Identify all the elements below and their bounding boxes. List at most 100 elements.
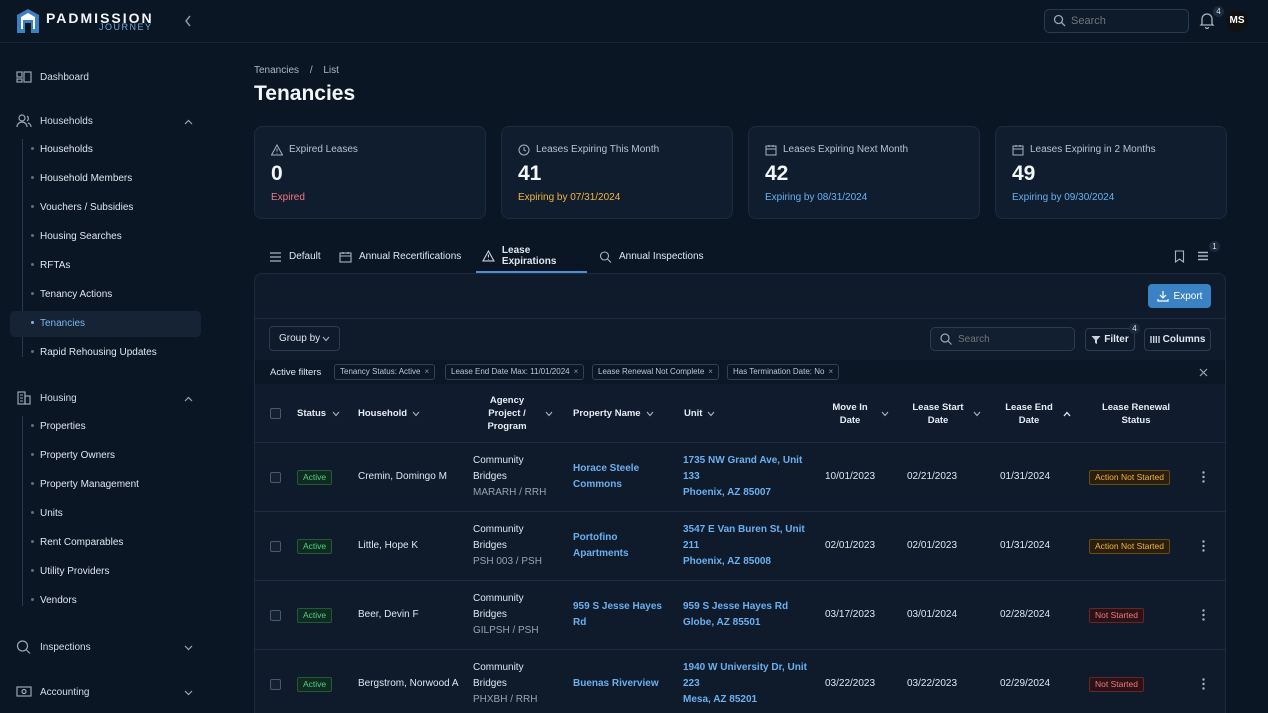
dashboard-icon xyxy=(16,71,32,83)
property-link[interactable]: Horace Steele Commons xyxy=(573,461,639,493)
bookmark-icon[interactable] xyxy=(1174,250,1185,263)
sidebar-section-households[interactable]: Households xyxy=(16,114,93,128)
stat-card-next-month[interactable]: Leases Expiring Next Month 42 Expiring b… xyxy=(748,126,980,219)
table-row[interactable]: Active Cremin, Domingo M Community Bridge… xyxy=(255,443,1225,512)
sidebar-item-units[interactable]: Units xyxy=(10,501,201,527)
table-header: Status Household Agency Project / Progra… xyxy=(255,384,1225,443)
column-header-household[interactable]: Household xyxy=(358,407,438,420)
remove-filter-icon[interactable]: × xyxy=(828,367,833,376)
tab-annual-inspections[interactable]: Annual Inspections xyxy=(599,240,704,273)
sidebar-section-inspections[interactable]: Inspections xyxy=(16,640,91,654)
sidebar-item-household-members[interactable]: Household Members xyxy=(10,166,201,192)
column-header-unit[interactable]: Unit xyxy=(684,407,734,420)
unit-link[interactable]: 3547 E Van Buren St, Unit 211 Phoenix, AZ … xyxy=(683,522,805,570)
sidebar-item-label: Household Members xyxy=(40,173,133,184)
row-checkbox[interactable] xyxy=(270,679,281,690)
sidebar-item-property-management[interactable]: Property Management xyxy=(10,472,201,498)
property-link[interactable]: Buenas Riverview xyxy=(573,676,659,692)
unit-link[interactable]: 1735 NW Grand Ave, Unit 133 Phoenix, AZ 85… xyxy=(683,453,802,501)
filter-chip[interactable]: Has Termination Date: No × xyxy=(727,364,840,380)
filter-button[interactable]: Filter xyxy=(1085,328,1135,351)
row-checkbox[interactable] xyxy=(270,610,281,621)
row-checkbox[interactable] xyxy=(270,472,281,483)
sidebar-item-housing-searches[interactable]: Housing Searches xyxy=(10,224,201,250)
table-row[interactable]: Active Beer, Devin F Community Bridges GIL… xyxy=(255,581,1225,650)
more-options-icon[interactable] xyxy=(1202,540,1205,552)
chevron-down-icon xyxy=(412,411,420,417)
more-options-icon[interactable] xyxy=(1202,678,1205,690)
tab-default[interactable]: Default xyxy=(269,240,321,273)
household-name[interactable]: Cremin, Domingo M xyxy=(358,469,447,485)
breadcrumb-separator: / xyxy=(309,65,313,76)
stat-card-expired[interactable]: Expired Leases 0 Expired xyxy=(254,126,486,219)
column-header-status[interactable]: Status xyxy=(297,407,357,420)
column-header-move-in[interactable]: Move In Date xyxy=(822,401,889,427)
tab-lease-expirations[interactable]: Lease Expirations xyxy=(476,240,587,273)
sidebar-item-rent-comparables[interactable]: Rent Comparables xyxy=(10,530,201,556)
sidebar-item-vouchers[interactable]: Vouchers / Subsidies xyxy=(10,195,201,221)
column-header-label: Lease Renewal xyxy=(1101,402,1171,413)
more-options-icon[interactable] xyxy=(1202,609,1205,621)
household-name[interactable]: Beer, Devin F xyxy=(358,607,419,623)
unit-link[interactable]: 959 S Jesse Hayes Rd Globe, AZ 85501 xyxy=(683,599,788,631)
column-header-lease-start[interactable]: Lease Start Date xyxy=(906,401,981,427)
group-by-select[interactable]: Group by xyxy=(269,326,340,351)
property-name: Rd xyxy=(573,617,587,628)
sidebar-section-accounting[interactable]: Accounting xyxy=(16,685,89,699)
agency-name: Community xyxy=(473,593,524,604)
filter-label: Filter xyxy=(1104,334,1129,345)
select-all-checkbox[interactable] xyxy=(270,408,281,419)
layers-icon[interactable] xyxy=(1197,250,1209,262)
remove-filter-icon[interactable]: × xyxy=(574,367,579,376)
sidebar-item-dashboard[interactable]: Dashboard xyxy=(16,70,89,84)
stat-card-two-months[interactable]: Leases Expiring in 2 Months 49 Expiring … xyxy=(995,126,1227,219)
chevron-down-icon[interactable] xyxy=(184,690,193,696)
columns-button[interactable]: Columns xyxy=(1144,328,1211,351)
filter-chip[interactable]: Tenancy Status: Active × xyxy=(334,364,436,380)
sidebar-item-vendors[interactable]: Vendors xyxy=(10,588,201,614)
breadcrumb-root[interactable]: Tenancies xyxy=(254,65,299,76)
breadcrumb-current: List xyxy=(323,65,339,76)
chevron-down-icon xyxy=(646,411,654,417)
sidebar-item-tenancies[interactable]: Tenancies xyxy=(10,311,201,337)
table-row[interactable]: Active Bergstrom, Norwood A Community Bri… xyxy=(255,650,1225,713)
bell-icon[interactable] xyxy=(1199,12,1215,29)
sidebar-item-property-owners[interactable]: Property Owners xyxy=(10,443,201,469)
sidebar-section-housing[interactable]: Housing xyxy=(16,391,77,405)
column-header-property[interactable]: Property Name xyxy=(573,407,663,420)
export-button[interactable]: Export xyxy=(1148,284,1211,308)
user-avatar[interactable]: MS xyxy=(1226,10,1248,32)
filter-chip[interactable]: Lease Renewal Not Complete × xyxy=(592,364,719,380)
sidebar-item-rftas[interactable]: RFTAs xyxy=(10,253,201,279)
more-options-icon[interactable] xyxy=(1202,471,1205,483)
chevron-up-icon[interactable] xyxy=(184,396,193,402)
remove-filter-icon[interactable]: × xyxy=(708,367,713,376)
unit-address: 223 xyxy=(683,678,700,689)
chevron-down-icon[interactable] xyxy=(184,645,193,651)
unit-link[interactable]: 1940 W University Dr, Unit 223 Mesa, AZ 85… xyxy=(683,660,807,708)
column-header-lease-end[interactable]: Lease End Date xyxy=(1000,401,1071,427)
chevron-down-icon xyxy=(973,411,981,417)
clear-filters-icon[interactable] xyxy=(1199,368,1208,377)
sidebar-item-households[interactable]: Households xyxy=(10,137,201,163)
filter-chip[interactable]: Lease End Date Max: 11/01/2024 × xyxy=(445,364,585,380)
agency-name: Community xyxy=(473,662,524,673)
property-link[interactable]: Portofino Apartments xyxy=(573,530,629,562)
column-header-renewal[interactable]: Lease Renewal Status xyxy=(1095,401,1177,427)
sidebar-item-tenancy-actions[interactable]: Tenancy Actions xyxy=(10,282,201,308)
stat-card-this-month[interactable]: Leases Expiring This Month 41 Expiring b… xyxy=(501,126,733,219)
column-header-agency[interactable]: Agency Project / Program xyxy=(477,394,553,433)
status-badge: Active xyxy=(297,470,333,485)
tab-annual-recertifications[interactable]: Annual Recertifications xyxy=(339,240,461,273)
row-checkbox[interactable] xyxy=(270,541,281,552)
sidebar-item-rapid-rehousing[interactable]: Rapid Rehousing Updates xyxy=(10,340,201,366)
property-link[interactable]: 959 S Jesse Hayes Rd xyxy=(573,599,662,631)
remove-filter-icon[interactable]: × xyxy=(425,367,430,376)
sidebar-item-utility-providers[interactable]: Utility Providers xyxy=(10,559,201,585)
sidebar-item-properties[interactable]: Properties xyxy=(10,414,201,440)
collapse-sidebar-icon[interactable] xyxy=(182,13,194,29)
household-name[interactable]: Little, Hope K xyxy=(358,538,418,554)
table-row[interactable]: Active Little, Hope K Community Bridges PS… xyxy=(255,512,1225,581)
chevron-up-icon[interactable] xyxy=(184,119,193,125)
household-name[interactable]: Bergstrom, Norwood A xyxy=(358,676,459,692)
